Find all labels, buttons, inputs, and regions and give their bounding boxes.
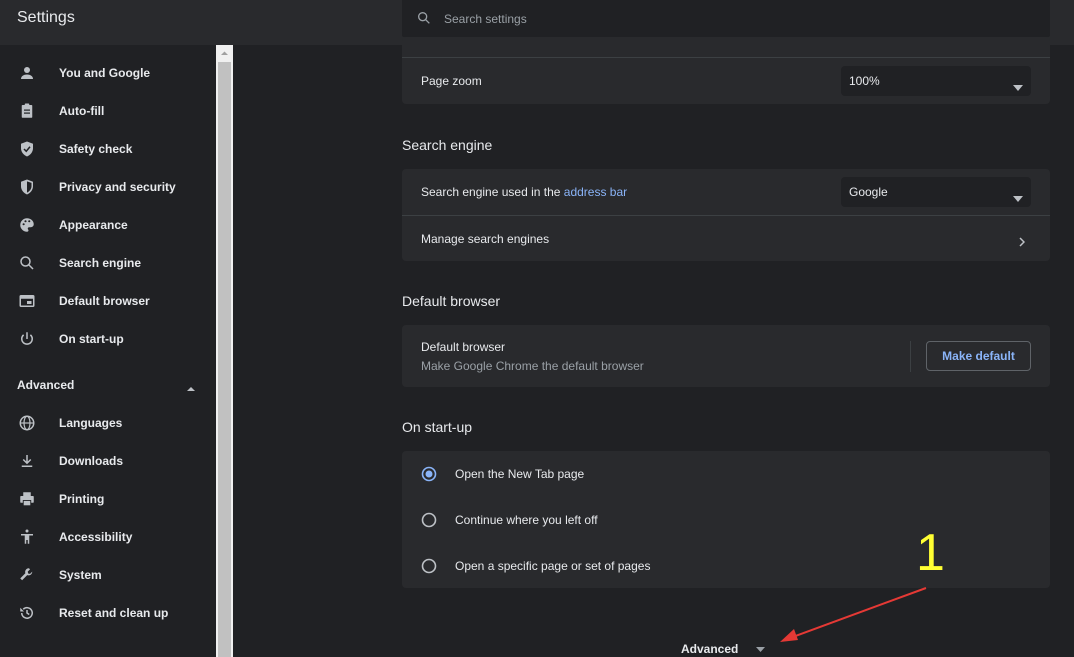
sidebar-item-reset-and-clean-up[interactable]: Reset and clean up: [0, 595, 216, 631]
sidebar-item-you-and-google[interactable]: You and Google: [0, 55, 216, 91]
wrench-icon: [18, 566, 36, 584]
sidebar-item-label: You and Google: [59, 66, 151, 80]
advanced-expand-button[interactable]: Advanced: [681, 642, 765, 656]
scrollbar-thumb[interactable]: [218, 62, 231, 657]
search-engine-value: Google: [849, 185, 888, 199]
radio-unselected-icon[interactable]: [421, 512, 437, 528]
printer-icon: [18, 490, 36, 508]
chevron-right-icon: [1019, 234, 1026, 252]
vertical-separator: [910, 341, 911, 372]
sidebar-advanced-toggle[interactable]: Advanced: [0, 367, 216, 401]
search-icon: [18, 254, 36, 272]
power-icon: [18, 330, 36, 348]
sidebar-scrollbar[interactable]: [216, 45, 233, 657]
shield-check-icon: [18, 140, 36, 158]
sidebar-item-default-browser[interactable]: Default browser: [0, 283, 216, 319]
search-icon: [416, 10, 432, 26]
radio-selected-icon[interactable]: [421, 466, 437, 482]
sidebar-item-label: Auto-fill: [59, 104, 105, 118]
sidebar-item-printing[interactable]: Printing: [0, 481, 216, 517]
default-browser-card: Default browser Make Google Chrome the d…: [402, 325, 1050, 387]
sidebar-item-label: Printing: [59, 492, 105, 506]
sidebar-item-downloads[interactable]: Downloads: [0, 443, 216, 479]
sidebar-item-label: Accessibility: [59, 530, 133, 544]
scroll-up-arrow-icon[interactable]: [216, 45, 233, 62]
sidebar-item-label: Search engine: [59, 256, 142, 270]
radio-unselected-icon[interactable]: [421, 558, 437, 574]
annotation-number: 1: [916, 524, 945, 582]
page-zoom-select[interactable]: 100%: [841, 66, 1031, 96]
search-box[interactable]: [402, 0, 1050, 37]
sidebar-item-safety-check[interactable]: Safety check: [0, 131, 216, 167]
caret-down-icon: [755, 642, 765, 656]
search-engine-card: Search engine used in the address bar Go…: [402, 169, 1050, 261]
search-engine-section-title: Search engine: [402, 137, 493, 153]
search-engine-used-label: Search engine used in the address bar: [421, 185, 627, 199]
sidebar-item-on-start-up[interactable]: On start-up: [0, 321, 216, 357]
manage-search-engines-row[interactable]: Manage search engines: [402, 216, 1050, 261]
sidebar-item-label: On start-up: [59, 332, 124, 346]
dropdown-arrow-icon: [1013, 78, 1023, 91]
sidebar-item-search-engine[interactable]: Search engine: [0, 245, 216, 281]
make-default-button[interactable]: Make default: [926, 341, 1031, 371]
clipboard-icon: [18, 102, 36, 120]
sidebar-item-label: Reset and clean up: [59, 606, 169, 620]
address-bar-link[interactable]: address bar: [564, 185, 627, 199]
startup-section-title: On start-up: [402, 419, 473, 435]
startup-option-specific-pages[interactable]: Open a specific page or set of pages: [402, 543, 1050, 589]
sidebar-item-system[interactable]: System: [0, 557, 216, 593]
person-icon: [18, 64, 36, 82]
sidebar-item-languages[interactable]: Languages: [0, 405, 216, 441]
startup-option-continue[interactable]: Continue where you left off: [402, 497, 1050, 543]
default-browser-heading: Default browser: [421, 340, 506, 354]
settings-window: Settings You and Google Auto-fill Safe: [0, 0, 1074, 657]
sidebar-advanced-label: Advanced: [17, 378, 75, 392]
sidebar-item-auto-fill[interactable]: Auto-fill: [0, 93, 216, 129]
sidebar: You and Google Auto-fill Safety check Pr…: [0, 45, 216, 657]
download-icon: [18, 452, 36, 470]
dropdown-arrow-icon: [1013, 189, 1023, 202]
search-engine-select[interactable]: Google: [841, 177, 1031, 207]
search-engine-used-prefix: Search engine used in the: [421, 185, 561, 199]
manage-search-engines-label: Manage search engines: [421, 232, 550, 246]
sidebar-item-label: Safety check: [59, 142, 133, 156]
default-browser-description: Make Google Chrome the default browser: [421, 359, 644, 373]
palette-icon: [18, 216, 36, 234]
annotation-arrow-icon: [780, 587, 927, 642]
sidebar-item-privacy-and-security[interactable]: Privacy and security: [0, 169, 216, 205]
sidebar-item-label: Languages: [59, 416, 123, 430]
startup-option-label: Continue where you left off: [455, 513, 598, 527]
appearance-card: Page zoom 100%: [402, 37, 1050, 104]
startup-card: Open the New Tab page Continue where you…: [402, 451, 1050, 588]
page-zoom-value: 100%: [849, 74, 880, 88]
caret-up-icon: [186, 380, 196, 391]
divider: [402, 57, 1050, 58]
sidebar-item-label: Appearance: [59, 218, 128, 232]
sidebar-item-label: Default browser: [59, 294, 150, 308]
sidebar-item-label: Privacy and security: [59, 180, 176, 194]
history-icon: [18, 604, 36, 622]
globe-icon: [18, 414, 36, 432]
startup-option-label: Open the New Tab page: [455, 467, 585, 481]
app-title: Settings: [17, 9, 75, 26]
sidebar-item-label: System: [59, 568, 102, 582]
page-zoom-label: Page zoom: [421, 74, 482, 88]
shield-icon: [18, 178, 36, 196]
browser-window-icon: [18, 292, 36, 310]
sidebar-item-label: Downloads: [59, 454, 124, 468]
startup-option-label: Open a specific page or set of pages: [455, 559, 651, 573]
startup-option-new-tab[interactable]: Open the New Tab page: [402, 451, 1050, 497]
sidebar-item-appearance[interactable]: Appearance: [0, 207, 216, 243]
sidebar-item-accessibility[interactable]: Accessibility: [0, 519, 216, 555]
advanced-expand-label: Advanced: [681, 642, 739, 656]
accessibility-icon: [18, 528, 36, 546]
default-browser-section-title: Default browser: [402, 293, 501, 309]
search-input[interactable]: [444, 0, 1034, 37]
